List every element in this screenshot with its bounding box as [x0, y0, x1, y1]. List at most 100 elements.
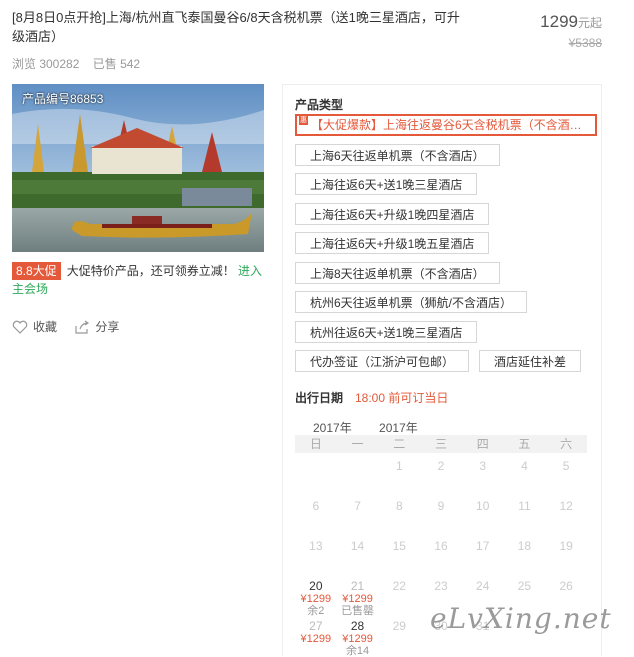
day-price: ¥1299	[300, 633, 332, 645]
day-number: 13	[309, 539, 323, 553]
calendar-month-tab[interactable]: 2017年	[379, 421, 418, 435]
weekday-label: 六	[560, 437, 573, 451]
calendar-day: 5	[545, 455, 587, 495]
day-number: 23	[434, 579, 448, 593]
calendar-day: 6	[295, 495, 337, 535]
calendar-day: 15	[378, 535, 420, 575]
calendar-day: 4	[504, 455, 546, 495]
day-number: 18	[517, 539, 532, 553]
day-number: 11	[518, 499, 531, 513]
day-number: 20	[309, 579, 323, 593]
day-number: 25	[517, 579, 532, 593]
option-item[interactable]: 杭州6天往返单机票（狮航/不含酒店）	[295, 291, 528, 313]
option-label: 杭州6天往返单机票（狮航/不含酒店）	[310, 296, 513, 310]
day-number: 8	[395, 499, 403, 513]
calendar-day: 11	[504, 495, 546, 535]
calendar-day: 8	[378, 495, 420, 535]
day-number: 26	[559, 579, 573, 593]
promo-banner: 8.8大促 大促特价产品，还可领券立减！ 进入主会场	[12, 262, 268, 298]
favorite-button[interactable]: 收藏	[12, 318, 57, 335]
sold-count: 已售 542	[92, 57, 141, 71]
calendar-day: 2	[420, 455, 462, 495]
option-item[interactable]: 上海往返6天+升级1晚四星酒店	[295, 203, 490, 225]
day-number: 1	[395, 459, 403, 473]
option-item[interactable]: 上海往返6天+升级1晚五星酒店	[295, 232, 490, 254]
price-unit: 元起	[577, 16, 602, 30]
weekday-label: 一	[351, 437, 364, 451]
option-item[interactable]: 上海往返6天+送1晚三星酒店	[295, 173, 478, 195]
option-label: 上海往返6天+升级1晚四星酒店	[310, 208, 475, 222]
day-price: ¥1299	[300, 593, 332, 605]
day-number: 17	[476, 539, 490, 553]
calendar-day: 14	[337, 535, 379, 575]
weekday-label: 二	[393, 437, 406, 451]
original-price: ¥5388	[568, 36, 602, 50]
calendar-day: 29	[378, 615, 420, 655]
day-number: 14	[350, 539, 365, 553]
price-value: 1299	[540, 12, 578, 31]
action-bar: 收藏 分享	[12, 318, 133, 337]
booking-cutoff-note: 18:00 前可订当日	[355, 391, 449, 405]
day-price: ¥1299	[342, 633, 373, 645]
bangkok-palace-image	[12, 84, 264, 252]
calendar-day	[295, 455, 337, 495]
day-number: 28	[350, 619, 365, 633]
calendar-day: 21 ¥1299 已售罄	[337, 575, 379, 617]
day-number: 16	[434, 539, 448, 553]
option-item[interactable]: 上海6天往返单机票（不含酒店）	[295, 144, 500, 166]
calendar-month-tab[interactable]: 2017年	[313, 421, 352, 435]
calendar-day: 12	[545, 495, 587, 535]
option-item[interactable]: 上海8天往返单机票（不含酒店）	[295, 262, 500, 284]
weekday-label: 四	[476, 437, 489, 451]
discount-badge-icon: 惠	[299, 116, 308, 125]
share-label: 分享	[95, 320, 120, 334]
day-number: 9	[437, 499, 445, 513]
day-number: 2	[437, 459, 445, 473]
day-number: 24	[476, 579, 490, 593]
share-icon	[75, 320, 90, 334]
day-number: 15	[392, 539, 406, 553]
calendar-months: 2017年 2017年	[313, 419, 442, 436]
option-label: 杭州往返6天+送1晚三星酒店	[310, 326, 463, 340]
day-remaining: 余14	[345, 645, 370, 657]
calendar-day: 9	[420, 495, 462, 535]
option-label: 代办签证（江浙沪可包邮）	[310, 355, 455, 369]
watermark: eLvXing.net	[430, 602, 612, 635]
calendar-day: 10	[462, 495, 504, 535]
option-label: 上海8天往返单机票（不含酒店）	[310, 267, 485, 281]
option-label: 上海6天往返单机票（不含酒店）	[310, 149, 485, 163]
weekday-label: 日	[309, 437, 322, 451]
heart-icon	[12, 320, 28, 334]
product-type-title: 产品类型	[295, 98, 344, 112]
option-selected[interactable]: 惠 【大促爆款】上海往返曼谷6天含税机票（不含酒…	[295, 114, 597, 136]
view-count: 浏览 300282	[12, 57, 80, 71]
promo-tag: 8.8大促	[12, 262, 61, 280]
product-stats: 浏览 300282 已售 542	[12, 55, 150, 72]
option-item[interactable]: 代办签证（江浙沪可包邮）	[295, 350, 470, 372]
calendar-day: 16	[420, 535, 462, 575]
product-title: [8月8日0点开抢]上海/杭州直飞泰国曼谷6/8天含税机票（送1晚三星酒店，可升…	[12, 10, 460, 44]
day-number: 6	[312, 499, 320, 513]
calendar-weekday-header: 日一二三四五六	[295, 435, 587, 453]
option-label: 酒店延住补差	[494, 355, 567, 369]
calendar-day: 27 ¥1299	[295, 615, 337, 655]
option-item[interactable]: 酒店延住补差	[479, 350, 582, 372]
option-label: 上海往返6天+送1晚三星酒店	[310, 178, 463, 192]
favorite-label: 收藏	[33, 320, 58, 334]
travel-date-title: 出行日期	[295, 391, 344, 405]
product-code: 产品编号86853	[22, 92, 104, 106]
calendar-day[interactable]: 28 ¥1299 余14	[337, 615, 379, 657]
calendar-day[interactable]: 20 ¥1299 余2	[295, 575, 337, 617]
option-item[interactable]: 杭州往返6天+送1晚三星酒店	[295, 321, 478, 343]
calendar-day: 7	[337, 495, 379, 535]
day-price: ¥1299	[342, 593, 373, 605]
price-block: 1299元起 ¥5388	[530, 12, 602, 50]
calendar-day: 22	[378, 575, 420, 615]
share-button[interactable]: 分享	[74, 318, 119, 335]
product-photo[interactable]: 产品编号86853	[12, 84, 264, 252]
day-number: 4	[521, 459, 528, 473]
day-number: 29	[392, 619, 406, 633]
day-number: 10	[476, 499, 490, 513]
calendar-day: 3	[462, 455, 504, 495]
day-number: 27	[309, 619, 323, 633]
